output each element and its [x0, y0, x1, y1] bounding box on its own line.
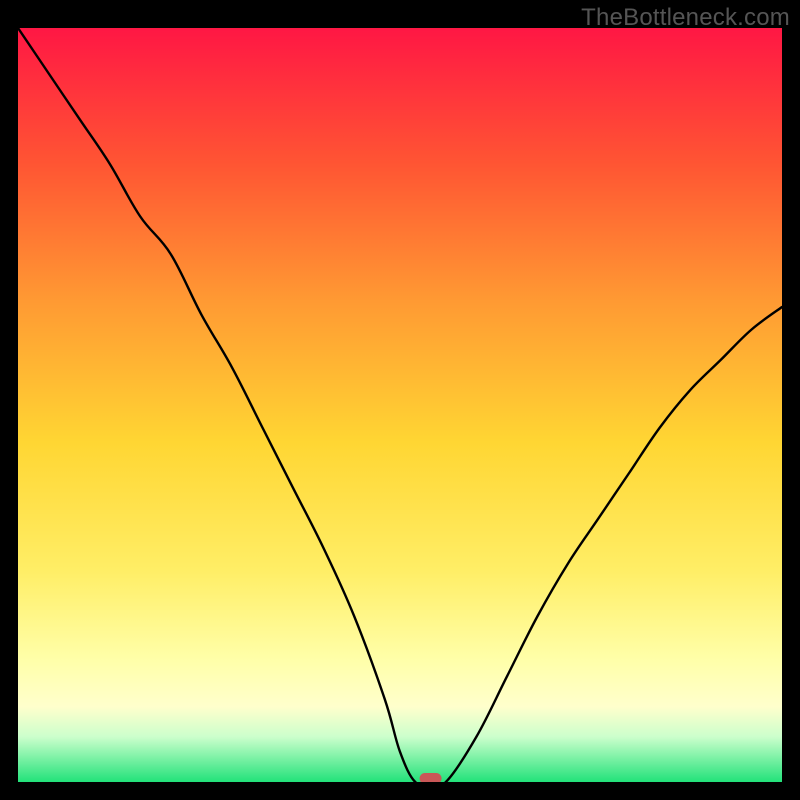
- bottleneck-marker: [420, 773, 442, 782]
- watermark-text: TheBottleneck.com: [581, 4, 790, 32]
- plot-area: [18, 28, 782, 782]
- chart-frame: TheBottleneck.com: [0, 0, 800, 800]
- bottleneck-chart: [18, 28, 782, 782]
- gradient-background: [18, 28, 782, 782]
